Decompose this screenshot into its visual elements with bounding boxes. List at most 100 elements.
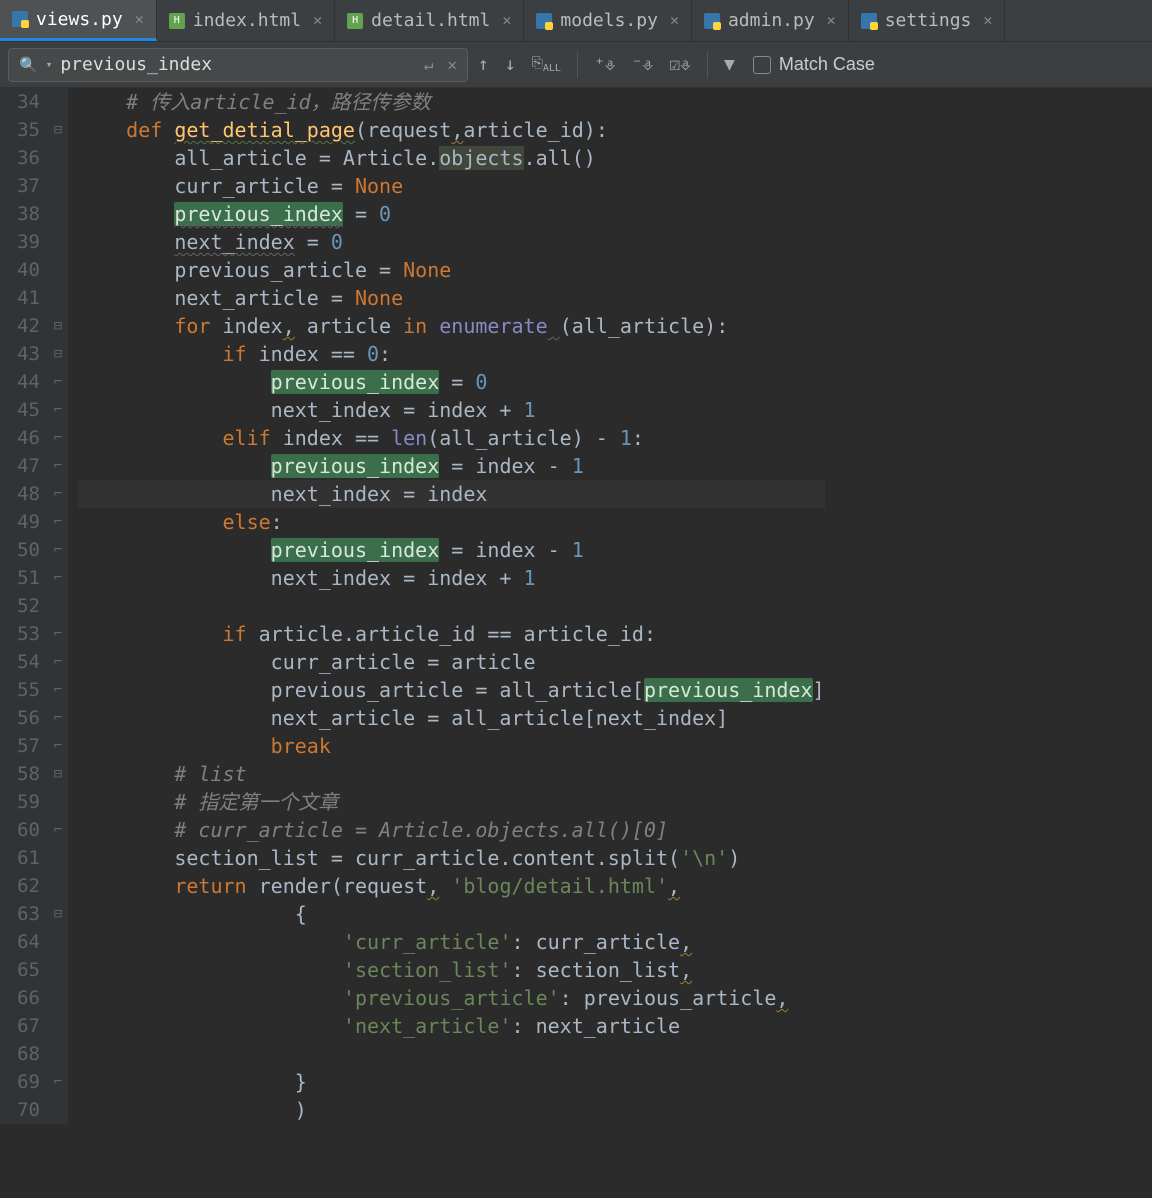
line-number[interactable]: 51 [4, 564, 40, 592]
code-line[interactable]: else: [78, 508, 825, 536]
line-number[interactable]: 66 [4, 984, 40, 1012]
fold-mark[interactable]: ⊟ [48, 760, 68, 788]
code-line[interactable]: next_article = None [78, 284, 825, 312]
line-number[interactable]: 41 [4, 284, 40, 312]
code-line[interactable]: elif index == len(all_article) - 1: [78, 424, 825, 452]
line-number[interactable]: 63 [4, 900, 40, 928]
code-line[interactable]: def get_detial_page(request,article_id): [78, 116, 825, 144]
line-number[interactable]: 65 [4, 956, 40, 984]
close-icon[interactable]: ✕ [827, 13, 836, 28]
code-line[interactable]: 'previous_article': previous_article, [78, 984, 825, 1012]
close-icon[interactable]: ✕ [447, 55, 457, 74]
select-occurrences-icon[interactable]: ☑⎀ [669, 54, 691, 75]
code-line[interactable]: for index, article in enumerate (all_art… [78, 312, 825, 340]
fold-mark[interactable]: ⌐ [48, 816, 68, 844]
fold-mark[interactable]: ⌐ [48, 648, 68, 676]
line-number[interactable]: 50 [4, 536, 40, 564]
line-number[interactable]: 70 [4, 1096, 40, 1124]
line-number[interactable]: 49 [4, 508, 40, 536]
line-number[interactable]: 58 [4, 760, 40, 788]
line-number[interactable]: 54 [4, 648, 40, 676]
line-number[interactable]: 38 [4, 200, 40, 228]
fold-mark[interactable]: ⌐ [48, 564, 68, 592]
code-line[interactable]: if article.article_id == article_id: [78, 620, 825, 648]
code-line[interactable]: next_index = index [78, 480, 825, 508]
code-line[interactable]: # 指定第一个文章 [78, 788, 825, 816]
line-number[interactable]: 35 [4, 116, 40, 144]
code-line[interactable]: break [78, 732, 825, 760]
search-input[interactable] [60, 54, 415, 75]
code-line[interactable]: 'section_list': section_list, [78, 956, 825, 984]
code-line[interactable]: previous_index = 0 [78, 200, 825, 228]
fold-mark[interactable]: ⌐ [48, 620, 68, 648]
code-line[interactable]: # list [78, 760, 825, 788]
close-icon[interactable]: ✕ [502, 13, 511, 28]
line-number[interactable]: 36 [4, 144, 40, 172]
line-number[interactable]: 69 [4, 1068, 40, 1096]
line-number[interactable]: 56 [4, 704, 40, 732]
code-line[interactable]: if index == 0: [78, 340, 825, 368]
line-number[interactable]: 64 [4, 928, 40, 956]
close-icon[interactable]: ✕ [670, 13, 679, 28]
line-number[interactable]: 43 [4, 340, 40, 368]
line-number[interactable]: 44 [4, 368, 40, 396]
fold-mark[interactable]: ⌐ [48, 704, 68, 732]
fold-mark[interactable]: ⊟ [48, 900, 68, 928]
code-line[interactable]: next_index = index + 1 [78, 396, 825, 424]
code-line[interactable]: previous_article = all_article[previous_… [78, 676, 825, 704]
code-line[interactable]: curr_article = article [78, 648, 825, 676]
code-line[interactable]: previous_index = 0 [78, 368, 825, 396]
fold-mark[interactable]: ⊟ [48, 312, 68, 340]
add-selection-icon[interactable]: ⁺⎀ [594, 54, 616, 75]
line-number[interactable]: 55 [4, 676, 40, 704]
select-all-icon[interactable]: ⎘ALL [532, 55, 561, 74]
code-line[interactable]: next_article = all_article[next_index] [78, 704, 825, 732]
find-input-wrap[interactable]: 🔍 ▾ ↵ ✕ [8, 48, 468, 82]
code-line[interactable]: ) [78, 1096, 825, 1124]
code-area[interactable]: # 传入article_id，路径传参数 def get_detial_page… [68, 88, 825, 1124]
code-line[interactable]: all_article = Article.objects.all() [78, 144, 825, 172]
fold-mark[interactable]: ⌐ [48, 424, 68, 452]
tab-index-html[interactable]: Hindex.html✕ [157, 0, 335, 41]
line-number[interactable]: 53 [4, 620, 40, 648]
line-number[interactable]: 52 [4, 592, 40, 620]
next-match-icon[interactable]: ↓ [505, 54, 516, 75]
code-line[interactable]: } [78, 1068, 825, 1096]
tab-admin-py[interactable]: admin.py✕ [692, 0, 849, 41]
code-line[interactable] [78, 592, 825, 620]
close-icon[interactable]: ✕ [983, 13, 992, 28]
match-case-checkbox[interactable] [753, 56, 771, 74]
fold-mark[interactable]: ⌐ [48, 676, 68, 704]
fold-mark[interactable]: ⊟ [48, 340, 68, 368]
line-number[interactable]: 68 [4, 1040, 40, 1068]
line-number[interactable]: 45 [4, 396, 40, 424]
fold-mark[interactable]: ⌐ [48, 396, 68, 424]
line-number[interactable]: 60 [4, 816, 40, 844]
code-line[interactable]: 'curr_article': curr_article, [78, 928, 825, 956]
code-line[interactable]: next_index = 0 [78, 228, 825, 256]
line-number[interactable]: 62 [4, 872, 40, 900]
fold-mark[interactable]: ⌐ [48, 480, 68, 508]
code-line[interactable]: # curr_article = Article.objects.all()[0… [78, 816, 825, 844]
line-number[interactable]: 42 [4, 312, 40, 340]
code-line[interactable]: section_list = curr_article.content.spli… [78, 844, 825, 872]
line-number[interactable]: 67 [4, 1012, 40, 1040]
tab-detail-html[interactable]: Hdetail.html✕ [335, 0, 524, 41]
code-line[interactable]: curr_article = None [78, 172, 825, 200]
code-line[interactable]: previous_article = None [78, 256, 825, 284]
close-icon[interactable]: ✕ [313, 13, 322, 28]
code-line[interactable]: next_index = index + 1 [78, 564, 825, 592]
tab-settings[interactable]: settings✕ [849, 0, 1006, 41]
prev-match-icon[interactable]: ↑ [478, 54, 489, 75]
line-number[interactable]: 40 [4, 256, 40, 284]
line-number[interactable]: 34 [4, 88, 40, 116]
fold-mark[interactable]: ⌐ [48, 452, 68, 480]
code-line[interactable] [78, 1040, 825, 1068]
line-number[interactable]: 39 [4, 228, 40, 256]
filter-icon[interactable]: ▼ [724, 54, 735, 75]
enter-icon[interactable]: ↵ [424, 55, 434, 74]
tab-models-py[interactable]: models.py✕ [524, 0, 692, 41]
code-line[interactable]: # 传入article_id，路径传参数 [78, 88, 825, 116]
fold-mark[interactable]: ⌐ [48, 508, 68, 536]
code-line[interactable]: 'next_article': next_article [78, 1012, 825, 1040]
